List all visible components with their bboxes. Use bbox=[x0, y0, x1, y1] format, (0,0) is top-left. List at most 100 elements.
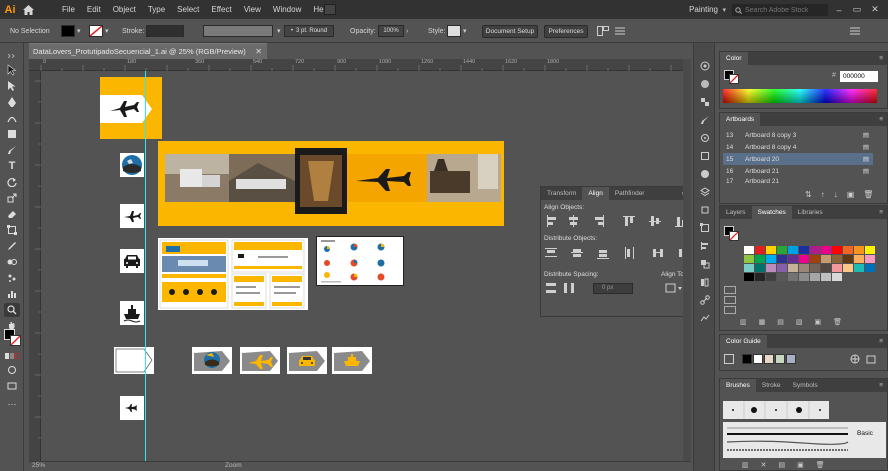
chevron-right-icon[interactable]: › bbox=[406, 19, 408, 43]
tab-align[interactable]: Align bbox=[582, 187, 609, 200]
delete-icon[interactable]: 🗑 bbox=[833, 318, 842, 326]
color-swatch[interactable] bbox=[865, 255, 875, 263]
eyedropper-tool-icon[interactable] bbox=[4, 239, 20, 253]
color-group-folder-icon[interactable] bbox=[724, 296, 736, 304]
color-swatch[interactable] bbox=[799, 264, 809, 272]
remove-stroke-icon[interactable]: ✕ bbox=[761, 461, 767, 469]
color-swatch[interactable] bbox=[832, 264, 842, 272]
vertical-spacing-button[interactable] bbox=[545, 282, 557, 294]
color-swatch[interactable] bbox=[799, 273, 809, 281]
blend-tool-icon[interactable] bbox=[4, 255, 20, 269]
color-swatch[interactable] bbox=[810, 246, 820, 254]
color-swatch[interactable] bbox=[777, 264, 787, 272]
chevron-down-icon[interactable]: ▾ bbox=[463, 19, 467, 43]
color-swatch[interactable] bbox=[843, 264, 853, 272]
tab-libraries[interactable]: Libraries bbox=[792, 206, 829, 219]
screen-mode-icon[interactable] bbox=[4, 379, 20, 393]
color-swatch[interactable] bbox=[744, 255, 754, 263]
panel-menu-icon[interactable]: ≡ bbox=[879, 55, 883, 62]
hex-input[interactable]: 000000 bbox=[840, 71, 878, 82]
color-guide-icon[interactable] bbox=[698, 77, 712, 91]
basic-brush-label[interactable]: Basic bbox=[857, 430, 873, 437]
stroke-weight-input[interactable] bbox=[146, 25, 184, 37]
artboard-ship-card[interactable] bbox=[332, 347, 372, 374]
canvas[interactable]: Transform Align Pathfinder » Align Objec… bbox=[41, 71, 691, 461]
artboard-web-mockup[interactable] bbox=[158, 238, 308, 310]
close-button[interactable]: ✕ bbox=[868, 4, 882, 15]
spacing-input[interactable]: 0 px bbox=[593, 283, 633, 294]
color-swatch[interactable] bbox=[810, 264, 820, 272]
move-up-icon[interactable]: ↑ bbox=[821, 190, 825, 199]
menu-select[interactable]: Select bbox=[171, 0, 205, 19]
menu-object[interactable]: Object bbox=[107, 0, 142, 19]
artboard-transport-banner[interactable] bbox=[158, 141, 504, 226]
color-swatch[interactable] bbox=[777, 246, 787, 254]
color-swatch[interactable] bbox=[766, 264, 776, 272]
swatch-options-icon[interactable]: ▤ bbox=[777, 318, 784, 326]
distribute-icon[interactable] bbox=[615, 19, 625, 43]
align-objects-buttons[interactable] bbox=[543, 214, 689, 228]
menu-file[interactable]: File bbox=[56, 0, 81, 19]
menu-edit[interactable]: Edit bbox=[81, 0, 107, 19]
color-panel-icon[interactable] bbox=[698, 59, 712, 73]
document-tab[interactable]: DataLovers_ProtutipadoSecuencial_1.ai @ … bbox=[29, 43, 267, 59]
color-swatch[interactable] bbox=[832, 246, 842, 254]
color-swatch[interactable] bbox=[788, 246, 798, 254]
color-swatch[interactable] bbox=[766, 255, 776, 263]
horizontal-ruler[interactable]: 0 180 360 540 720 900 1080 1260 1440 162… bbox=[29, 59, 691, 71]
artboard-plane-card[interactable] bbox=[100, 77, 162, 139]
curvature-tool-icon[interactable] bbox=[4, 111, 20, 125]
artboard-row[interactable]: 14 Artboard 8 copy 4 ▤ bbox=[723, 141, 873, 153]
artboard-car-icon[interactable] bbox=[120, 249, 144, 273]
artboard-plane-icon[interactable] bbox=[120, 204, 144, 228]
symbols-icon[interactable] bbox=[698, 131, 712, 145]
color-swatch[interactable] bbox=[755, 264, 765, 272]
color-swatch[interactable] bbox=[744, 273, 754, 281]
rearrange-icon[interactable]: ⇅ bbox=[805, 190, 812, 199]
color-swatch[interactable] bbox=[865, 246, 875, 254]
preferences-button[interactable]: Preferences bbox=[544, 25, 588, 38]
base-color-swatch[interactable] bbox=[724, 354, 734, 364]
color-swatch[interactable] bbox=[821, 273, 831, 281]
zoom-tool-icon[interactable] bbox=[4, 303, 20, 317]
menu-effect[interactable]: Effect bbox=[205, 0, 237, 19]
tab-stroke[interactable]: Stroke bbox=[756, 379, 787, 392]
artboard-options-icon[interactable]: ▤ bbox=[863, 167, 869, 175]
color-swatch[interactable] bbox=[843, 255, 853, 263]
brush-strokes-list[interactable]: Basic bbox=[723, 422, 886, 458]
color-swatch[interactable] bbox=[799, 255, 809, 263]
collapse-arrows-icon[interactable] bbox=[4, 49, 20, 63]
tab-pathfinder[interactable]: Pathfinder bbox=[609, 187, 651, 200]
panel-menu-icon[interactable] bbox=[850, 19, 860, 43]
home-icon[interactable] bbox=[20, 0, 36, 19]
artboard-globe-card[interactable] bbox=[192, 347, 232, 374]
align-to-dropdown[interactable] bbox=[665, 282, 683, 294]
artboard-globe-icon[interactable] bbox=[120, 153, 144, 177]
menu-type[interactable]: Type bbox=[142, 0, 171, 19]
color-swatch[interactable] bbox=[832, 273, 842, 281]
symbol-sprayer-tool-icon[interactable] bbox=[4, 271, 20, 285]
chevron-down-icon[interactable]: ▾ bbox=[77, 19, 81, 43]
color-swatch[interactable] bbox=[821, 246, 831, 254]
new-swatch-icon[interactable]: ▣ bbox=[815, 318, 822, 326]
artboard-car-card[interactable] bbox=[287, 347, 327, 374]
chevron-down-icon[interactable]: ▾ bbox=[105, 19, 109, 43]
move-down-icon[interactable]: ↓ bbox=[834, 190, 838, 199]
pen-tool-icon[interactable] bbox=[4, 95, 20, 109]
artboard-options-icon[interactable]: ▤ bbox=[863, 143, 869, 151]
document-setup-button[interactable]: Document Setup bbox=[482, 25, 538, 38]
close-icon[interactable]: ✕ bbox=[255, 47, 262, 56]
search-input[interactable] bbox=[745, 6, 825, 14]
vertical-guide[interactable] bbox=[145, 71, 146, 461]
color-swatch[interactable] bbox=[821, 264, 831, 272]
workspace-switcher[interactable]: Painting bbox=[689, 0, 718, 19]
chevron-down-icon[interactable]: ▾ bbox=[722, 6, 726, 14]
type-tool-icon[interactable]: T bbox=[4, 159, 20, 173]
color-swatch[interactable] bbox=[843, 246, 853, 254]
panel-menu-icon[interactable]: ≡ bbox=[879, 338, 883, 345]
status-tool[interactable]: Zoom bbox=[225, 462, 242, 469]
arrange-documents-icon[interactable] bbox=[324, 4, 336, 15]
guide-swatch[interactable] bbox=[775, 354, 785, 364]
libraries-icon[interactable] bbox=[698, 275, 712, 289]
scale-tool-icon[interactable] bbox=[4, 191, 20, 205]
